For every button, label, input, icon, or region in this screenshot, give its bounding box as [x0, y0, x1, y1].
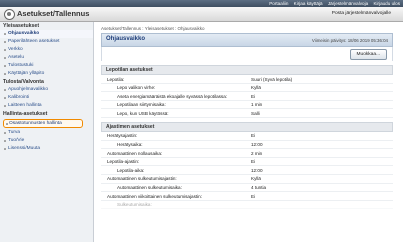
setting-value: 2 min: [251, 150, 263, 156]
setting-value: 1 min: [251, 102, 263, 108]
setting-row: Lepo, kun USB käytössä: Salli: [101, 109, 393, 118]
breadcrumb: Asetukset/Tallennus : Yleisasetukset : O…: [101, 26, 205, 31]
setting-value: 4 tuntia: [251, 185, 267, 191]
sidebar-item-paper-source[interactable]: Paperilähteen asetukset: [0, 38, 93, 46]
section-timer-settings: Ajastimen asetukset: [101, 121, 393, 132]
app-header: Asetukset/Tallennus Posta järjestelmänva…: [0, 7, 403, 22]
setting-row: Automaattinen viikoittainen sulkeutumisa…: [101, 192, 393, 201]
setting-label: Lepotila-aika:: [117, 167, 145, 173]
setting-label: Sulkeutumisaika:: [117, 202, 152, 208]
edit-button[interactable]: Muokkaa...: [349, 49, 387, 60]
portal-link[interactable]: Portaaliin: [269, 1, 288, 6]
logout-link[interactable]: Kirjaudu ulos: [373, 1, 400, 6]
page-title: Ohjausvaikko: [106, 36, 146, 42]
setting-label: Lepotilaan siirtymisaika:: [117, 102, 166, 108]
setting-value: Suuri (Syvä lepotila): [251, 76, 293, 82]
setting-label: Aseta energiamääräistä ekoajalle syvässä…: [117, 93, 228, 99]
sidebar-item-layout[interactable]: Asetelu: [0, 54, 93, 62]
setting-label: Herätysaika:: [117, 142, 143, 148]
setting-label: Lepotila-ajastin:: [107, 159, 140, 165]
sidebar-item-device-management[interactable]: Laitteen hallinta: [0, 102, 93, 110]
setting-row: Automaattinen sulkeutumisaika: 4 tuntia: [101, 184, 393, 193]
app-title: Asetukset/Tallennus: [17, 9, 90, 18]
sidebar-item-user-management[interactable]: Käyttäjän ylläpito: [0, 70, 93, 78]
setting-row: Herätysaika: 12:00: [101, 141, 393, 150]
setting-label: Lepotila:: [107, 76, 125, 82]
setting-row: Automaattinen nollausaika: 2 min: [101, 149, 393, 158]
setting-label: Automaattinen nollausaika:: [107, 150, 163, 156]
setting-row: Automaattinen sulkeutumisajastin: Kyllä: [101, 175, 393, 184]
button-row: Muokkaa...: [101, 47, 393, 61]
page-title-bar: Ohjausvaikko Viimeisin päivitys: 18/06 2…: [101, 33, 393, 47]
setting-value: 12:00: [251, 167, 263, 173]
setting-label: Automaattinen sulkeutumisajastin:: [107, 176, 177, 182]
main-content: Asetukset/Tallennus : Yleisasetukset : O…: [101, 26, 393, 242]
sidebar-section-print-monitor: Tulosta/Valvonta: [3, 79, 44, 85]
setting-value: Kyllä: [251, 85, 261, 91]
setting-row: Aseta energiamääräistä ekoajalle syvässä…: [101, 92, 393, 101]
setting-value: Kyllä: [251, 176, 261, 182]
sidebar-section-general: Yleisasetukset: [3, 23, 40, 29]
sidebar-item-print-support[interactable]: Tulostustuki: [0, 62, 93, 70]
setting-label: Herätysajastin:: [107, 133, 138, 139]
sidebar-item-license[interactable]: Lisenssi/Muuta: [0, 145, 93, 153]
setting-value: Ei: [251, 133, 256, 139]
sidebar-item-import-export[interactable]: Tuo/Vie: [0, 137, 93, 145]
setting-row: Lepotila-ajastin: Ei: [101, 158, 393, 167]
settings-logo-icon: [4, 9, 15, 20]
sidebar-item-department-id[interactable]: Osastotunnusten hallinta: [3, 119, 83, 128]
last-updated-text: Viimeisin päivitys: 18/06 2019 05:36:04: [311, 37, 388, 43]
setting-row: Lepotilaan siirtymisaika: 1 min: [101, 101, 393, 110]
timer-settings-rows: Herätysajastin: Ei Herätysaika: 12:00 Auto…: [101, 132, 393, 210]
sleep-settings-rows: Lepotila: Suuri (Syvä lepotila) Lepo vali…: [101, 75, 393, 118]
setting-label: Lepo, kun USB käytössä:: [117, 110, 169, 116]
setting-label: Automaattinen viikoittainen sulkeutumisa…: [107, 193, 202, 199]
sidebar-item-security[interactable]: Turva: [0, 129, 93, 137]
section-sleep-settings: Lepotilan asetukset: [101, 65, 393, 75]
sidebar-item-network[interactable]: Verkko: [0, 46, 93, 54]
setting-value: Ei: [251, 93, 256, 99]
setting-value: 12:00: [251, 142, 263, 148]
top-links: Portaaliin Kirjaa käyttäjä Järjestelmänv…: [265, 0, 400, 7]
login-user-link[interactable]: Kirjaa käyttäjä: [294, 1, 323, 6]
mail-admin-link[interactable]: Posta järjestelmänvalvojalle: [332, 11, 391, 16]
setting-value: Ei: [251, 193, 256, 199]
admin-label: Järjestelmänvalvoja: [327, 1, 369, 6]
sidebar: Yleisasetukset Ohjausvaikko Paperilähtee…: [0, 22, 94, 242]
setting-row: Sulkeutumisaika:: [101, 201, 393, 210]
setting-row: Lepotila: Suuri (Syvä lepotila): [101, 75, 393, 84]
setting-row: Lepotila-aika: 12:00: [101, 166, 393, 175]
setting-value: Salli: [251, 110, 260, 116]
sidebar-item-calibration[interactable]: Kalibrointi: [0, 94, 93, 102]
top-bar: Portaaliin Kirjaa käyttäjä Järjestelmänv…: [0, 0, 403, 7]
sidebar-item-control-panel[interactable]: Ohjausvaikko: [0, 30, 93, 38]
setting-value: Ei: [251, 159, 256, 165]
setting-row: Herätysajastin: Ei: [101, 132, 393, 141]
sidebar-section-admin: Hallinta-asetukset: [3, 111, 48, 117]
setting-row: Lepo valikon virhe: Kyllä: [101, 84, 393, 93]
setting-label: Lepo valikon virhe:: [117, 85, 156, 91]
sidebar-item-utility-menu[interactable]: Apuohjelmavalikko: [0, 86, 93, 94]
setting-label: Automaattinen sulkeutumisaika:: [117, 185, 182, 191]
